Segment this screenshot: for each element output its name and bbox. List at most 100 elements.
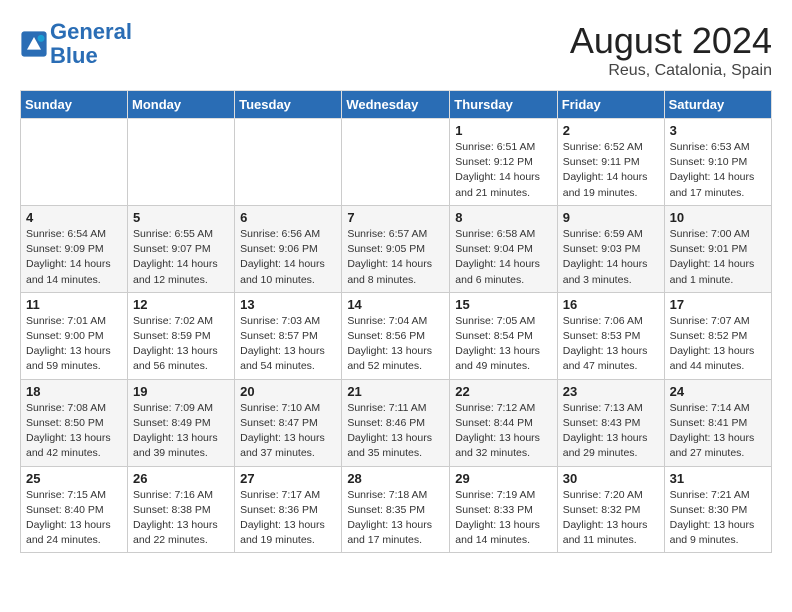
calendar-cell: 24 Sunrise: 7:14 AM Sunset: 8:41 PM Dayli… [664, 379, 771, 466]
calendar-cell: 30Sunrise: 7:20 AM Sunset: 8:32 PM Dayli… [557, 466, 664, 553]
calendar-cell: 9 Sunrise: 6:59 AM Sunset: 9:03 PM Daylig… [557, 205, 664, 292]
calendar-cell: 3Sunrise: 6:53 AM Sunset: 9:10 PM Daylig… [664, 119, 771, 206]
calendar-cell: 22 Sunrise: 7:12 AM Sunset: 8:44 PM Dayli… [450, 379, 557, 466]
day-number: 13 [240, 297, 336, 312]
calendar-cell: 7 Sunrise: 6:57 AM Sunset: 9:05 PM Daylig… [342, 205, 450, 292]
calendar-cell: 17 Sunrise: 7:07 AM Sunset: 8:52 PM Dayli… [664, 292, 771, 379]
day-number: 1 [455, 123, 551, 138]
day-number: 26 [133, 471, 229, 486]
calendar-cell: 27Sunrise: 7:17 AM Sunset: 8:36 PM Dayli… [235, 466, 342, 553]
calendar-cell: 15 Sunrise: 7:05 AM Sunset: 8:54 PM Dayli… [450, 292, 557, 379]
weekday-monday: Monday [128, 91, 235, 119]
main-title: August 2024 [570, 20, 772, 62]
subtitle: Reus, Catalonia, Spain [570, 62, 772, 80]
logo: General Blue [20, 20, 132, 68]
calendar-cell: 19Sunrise: 7:09 AM Sunset: 8:49 PM Dayli… [128, 379, 235, 466]
day-detail: Sunrise: 7:00 AM Sunset: 9:01 PM Dayligh… [670, 227, 766, 288]
day-number: 4 [26, 210, 122, 225]
calendar-cell: 6Sunrise: 6:56 AM Sunset: 9:06 PM Daylig… [235, 205, 342, 292]
day-number: 21 [347, 384, 444, 399]
calendar-cell [128, 119, 235, 206]
day-detail: Sunrise: 7:19 AM Sunset: 8:33 PM Dayligh… [455, 488, 551, 549]
day-detail: Sunrise: 7:13 AM Sunset: 8:43 PM Dayligh… [563, 401, 659, 462]
day-number: 10 [670, 210, 766, 225]
day-detail: Sunrise: 6:51 AM Sunset: 9:12 PM Dayligh… [455, 140, 551, 201]
logo-line2: Blue [50, 43, 98, 68]
day-number: 24 [670, 384, 766, 399]
day-detail: Sunrise: 7:17 AM Sunset: 8:36 PM Dayligh… [240, 488, 336, 549]
calendar-cell [235, 119, 342, 206]
weekday-thursday: Thursday [450, 91, 557, 119]
day-detail: Sunrise: 7:11 AM Sunset: 8:46 PM Dayligh… [347, 401, 444, 462]
calendar-cell: 13 Sunrise: 7:03 AM Sunset: 8:57 PM Dayli… [235, 292, 342, 379]
day-number: 17 [670, 297, 766, 312]
day-detail: Sunrise: 7:05 AM Sunset: 8:54 PM Dayligh… [455, 314, 551, 375]
calendar-cell: 23 Sunrise: 7:13 AM Sunset: 8:43 PM Dayli… [557, 379, 664, 466]
day-detail: Sunrise: 7:07 AM Sunset: 8:52 PM Dayligh… [670, 314, 766, 375]
page-header: General Blue August 2024 Reus, Catalonia… [20, 20, 772, 80]
day-detail: Sunrise: 7:06 AM Sunset: 8:53 PM Dayligh… [563, 314, 659, 375]
day-number: 31 [670, 471, 766, 486]
calendar-body: 1 Sunrise: 6:51 AM Sunset: 9:12 PM Daylig… [21, 119, 772, 553]
day-detail: Sunrise: 7:12 AM Sunset: 8:44 PM Dayligh… [455, 401, 551, 462]
calendar-cell: 16 Sunrise: 7:06 AM Sunset: 8:53 PM Dayli… [557, 292, 664, 379]
day-number: 5 [133, 210, 229, 225]
day-detail: Sunrise: 6:55 AM Sunset: 9:07 PM Dayligh… [133, 227, 229, 288]
calendar-cell: 12 Sunrise: 7:02 AM Sunset: 8:59 PM Dayli… [128, 292, 235, 379]
calendar-cell: 28 Sunrise: 7:18 AM Sunset: 8:35 PM Dayli… [342, 466, 450, 553]
day-detail: Sunrise: 7:16 AM Sunset: 8:38 PM Dayligh… [133, 488, 229, 549]
day-detail: Sunrise: 7:02 AM Sunset: 8:59 PM Dayligh… [133, 314, 229, 375]
calendar-cell: 4Sunrise: 6:54 AM Sunset: 9:09 PM Daylig… [21, 205, 128, 292]
calendar-cell: 10 Sunrise: 7:00 AM Sunset: 9:01 PM Dayli… [664, 205, 771, 292]
calendar-cell: 5 Sunrise: 6:55 AM Sunset: 9:07 PM Daylig… [128, 205, 235, 292]
logo-icon [20, 30, 48, 58]
calendar-cell: 31 Sunrise: 7:21 AM Sunset: 8:30 PM Dayli… [664, 466, 771, 553]
day-number: 20 [240, 384, 336, 399]
day-number: 11 [26, 297, 122, 312]
day-detail: Sunrise: 7:04 AM Sunset: 8:56 PM Dayligh… [347, 314, 444, 375]
weekday-friday: Friday [557, 91, 664, 119]
calendar-cell: 14Sunrise: 7:04 AM Sunset: 8:56 PM Dayli… [342, 292, 450, 379]
calendar-cell: 29Sunrise: 7:19 AM Sunset: 8:33 PM Dayli… [450, 466, 557, 553]
day-detail: Sunrise: 7:18 AM Sunset: 8:35 PM Dayligh… [347, 488, 444, 549]
day-detail: Sunrise: 7:15 AM Sunset: 8:40 PM Dayligh… [26, 488, 122, 549]
calendar-cell: 21 Sunrise: 7:11 AM Sunset: 8:46 PM Dayli… [342, 379, 450, 466]
calendar-week-3: 11 Sunrise: 7:01 AM Sunset: 9:00 PM Dayli… [21, 292, 772, 379]
day-detail: Sunrise: 7:01 AM Sunset: 9:00 PM Dayligh… [26, 314, 122, 375]
day-detail: Sunrise: 6:59 AM Sunset: 9:03 PM Dayligh… [563, 227, 659, 288]
day-number: 12 [133, 297, 229, 312]
calendar-week-4: 18Sunrise: 7:08 AM Sunset: 8:50 PM Dayli… [21, 379, 772, 466]
day-detail: Sunrise: 7:14 AM Sunset: 8:41 PM Dayligh… [670, 401, 766, 462]
day-detail: Sunrise: 6:57 AM Sunset: 9:05 PM Dayligh… [347, 227, 444, 288]
day-number: 19 [133, 384, 229, 399]
calendar-header: SundayMondayTuesdayWednesdayThursdayFrid… [21, 91, 772, 119]
day-detail: Sunrise: 7:08 AM Sunset: 8:50 PM Dayligh… [26, 401, 122, 462]
day-detail: Sunrise: 6:58 AM Sunset: 9:04 PM Dayligh… [455, 227, 551, 288]
calendar-week-1: 1 Sunrise: 6:51 AM Sunset: 9:12 PM Daylig… [21, 119, 772, 206]
calendar-cell: 20 Sunrise: 7:10 AM Sunset: 8:47 PM Dayli… [235, 379, 342, 466]
calendar-cell [21, 119, 128, 206]
day-number: 15 [455, 297, 551, 312]
day-detail: Sunrise: 7:10 AM Sunset: 8:47 PM Dayligh… [240, 401, 336, 462]
day-number: 16 [563, 297, 659, 312]
day-detail: Sunrise: 6:56 AM Sunset: 9:06 PM Dayligh… [240, 227, 336, 288]
weekday-tuesday: Tuesday [235, 91, 342, 119]
day-detail: Sunrise: 6:53 AM Sunset: 9:10 PM Dayligh… [670, 140, 766, 201]
weekday-sunday: Sunday [21, 91, 128, 119]
day-number: 7 [347, 210, 444, 225]
day-detail: Sunrise: 7:21 AM Sunset: 8:30 PM Dayligh… [670, 488, 766, 549]
calendar-cell [342, 119, 450, 206]
weekday-saturday: Saturday [664, 91, 771, 119]
day-number: 9 [563, 210, 659, 225]
title-block: August 2024 Reus, Catalonia, Spain [570, 20, 772, 80]
day-number: 25 [26, 471, 122, 486]
calendar-week-5: 25 Sunrise: 7:15 AM Sunset: 8:40 PM Dayli… [21, 466, 772, 553]
weekday-wednesday: Wednesday [342, 91, 450, 119]
calendar-cell: 26 Sunrise: 7:16 AM Sunset: 8:38 PM Dayli… [128, 466, 235, 553]
calendar-cell: 18Sunrise: 7:08 AM Sunset: 8:50 PM Dayli… [21, 379, 128, 466]
day-number: 22 [455, 384, 551, 399]
day-number: 23 [563, 384, 659, 399]
day-number: 8 [455, 210, 551, 225]
day-detail: Sunrise: 7:03 AM Sunset: 8:57 PM Dayligh… [240, 314, 336, 375]
day-number: 28 [347, 471, 444, 486]
